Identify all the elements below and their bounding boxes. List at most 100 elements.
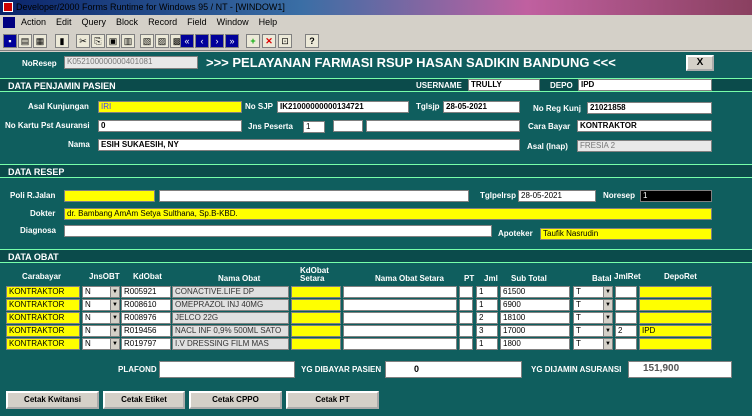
subtotal-cell[interactable]: 6900: [500, 299, 570, 311]
subtotal-cell[interactable]: 1800: [500, 338, 570, 350]
print-preview-icon[interactable]: ▦: [33, 34, 47, 48]
jml-cell[interactable]: 1: [476, 299, 498, 311]
kdobat-cell[interactable]: R005921: [121, 286, 171, 298]
delete-record-icon[interactable]: ✕: [262, 34, 276, 48]
close-button[interactable]: X: [686, 55, 714, 71]
diagnosa-field[interactable]: [64, 225, 492, 237]
document-icon[interactable]: [3, 17, 15, 28]
jnsobt-cell[interactable]: N ▼: [82, 325, 120, 337]
query-execute-icon[interactable]: ▨: [155, 34, 169, 48]
kdobat-setara-cell[interactable]: [291, 338, 341, 350]
noresep-field[interactable]: 1: [640, 190, 712, 202]
chevron-down-icon[interactable]: ▼: [603, 339, 612, 349]
jns-peserta-name-field[interactable]: [366, 120, 520, 132]
chevron-down-icon[interactable]: ▼: [603, 300, 612, 310]
clipboard-icon[interactable]: ▥: [121, 34, 135, 48]
first-record-icon[interactable]: «: [180, 34, 194, 48]
jnsobt-cell[interactable]: N ▼: [82, 299, 120, 311]
kdobat-setara-cell[interactable]: [291, 286, 341, 298]
cut-icon[interactable]: ✂: [76, 34, 90, 48]
tglpelrsp-field[interactable]: 28-05-2021: [518, 190, 596, 202]
nama-field[interactable]: ESIH SUKAESIH, NY: [98, 139, 520, 151]
username-field[interactable]: TRULLY: [468, 79, 540, 91]
nama-obat-cell[interactable]: OMEPRAZOL INJ 40MG: [172, 299, 289, 311]
carabayar-cell[interactable]: KONTRAKTOR: [6, 286, 80, 298]
menu-edit[interactable]: Edit: [56, 17, 72, 27]
deporet-cell[interactable]: [639, 312, 712, 324]
subtotal-cell[interactable]: 61500: [500, 286, 570, 298]
nama-obat-cell[interactable]: NACL INF 0,9% 500ML SATO: [172, 325, 289, 337]
plafond-field[interactable]: [159, 361, 295, 378]
apoteker-field[interactable]: Taufik Nasrudin: [540, 228, 712, 240]
carabayar-cell[interactable]: KONTRAKTOR: [6, 312, 80, 324]
dokter-field[interactable]: dr. Bambang AmAm Setya Sulthana, Sp.B-KB…: [64, 208, 712, 220]
dibayar-field[interactable]: 0: [385, 361, 522, 378]
jmlret-cell[interactable]: [615, 338, 637, 350]
batal-cell[interactable]: T ▼: [573, 338, 613, 350]
jnsobt-cell[interactable]: N ▼: [82, 312, 120, 324]
nama-obat-cell[interactable]: JELCO 22G: [172, 312, 289, 324]
menu-action[interactable]: Action: [21, 17, 46, 27]
deporet-cell[interactable]: [639, 299, 712, 311]
carabayar-cell[interactable]: KONTRAKTOR: [6, 325, 80, 337]
depo-field[interactable]: IPD: [578, 79, 712, 91]
previous-record-icon[interactable]: ‹: [195, 34, 209, 48]
menu-record[interactable]: Record: [148, 17, 177, 27]
kdobat-setara-cell[interactable]: [291, 325, 341, 337]
jmlret-cell[interactable]: [615, 312, 637, 324]
chevron-down-icon[interactable]: ▼: [603, 287, 612, 297]
nama-obat-cell[interactable]: I.V DRESSING FILM MAS: [172, 338, 289, 350]
print-icon[interactable]: ▤: [18, 34, 32, 48]
jnsobt-cell[interactable]: N ▼: [82, 338, 120, 350]
cetak-etiket-button[interactable]: Cetak Etiket: [103, 391, 185, 409]
chevron-down-icon[interactable]: ▼: [110, 300, 119, 310]
kdobat-cell[interactable]: R019797: [121, 338, 171, 350]
jnsobt-cell[interactable]: N ▼: [82, 286, 120, 298]
cetak-kwitansi-button[interactable]: Cetak Kwitansi: [6, 391, 99, 409]
last-record-icon[interactable]: »: [225, 34, 239, 48]
nokartu-field[interactable]: 0: [98, 120, 242, 132]
batal-cell[interactable]: T ▼: [573, 325, 613, 337]
menu-query[interactable]: Query: [82, 17, 107, 27]
jml-cell[interactable]: 3: [476, 325, 498, 337]
paste-icon[interactable]: ▣: [106, 34, 120, 48]
deporet-cell[interactable]: IPD: [639, 325, 712, 337]
jns-peserta-desc-field[interactable]: [333, 120, 363, 132]
dijamin-field[interactable]: 151,900: [628, 361, 732, 378]
carabayar-cell[interactable]: KONTRAKTOR: [6, 338, 80, 350]
next-record-icon[interactable]: ›: [210, 34, 224, 48]
chevron-down-icon[interactable]: ▼: [110, 313, 119, 323]
tglsjp-field[interactable]: 28-05-2021: [443, 101, 520, 113]
kdobat-cell[interactable]: R019456: [121, 325, 171, 337]
chevron-down-icon[interactable]: ▼: [603, 326, 612, 336]
kdobat-cell[interactable]: R008976: [121, 312, 171, 324]
help-icon[interactable]: ?: [305, 34, 319, 48]
chevron-down-icon[interactable]: ▼: [110, 287, 119, 297]
lock-record-icon[interactable]: ⊡: [278, 34, 292, 48]
jmlret-cell[interactable]: 2: [615, 325, 637, 337]
asal-kunjungan-field[interactable]: IRI: [98, 101, 242, 113]
nama-setara-cell[interactable]: [343, 325, 457, 337]
chevron-down-icon[interactable]: ▼: [603, 313, 612, 323]
chevron-down-icon[interactable]: ▼: [110, 326, 119, 336]
pt-checkbox[interactable]: [459, 312, 473, 324]
menu-help[interactable]: Help: [259, 17, 278, 27]
cara-bayar-field[interactable]: KONTRAKTOR: [577, 120, 712, 132]
nama-setara-cell[interactable]: [343, 312, 457, 324]
carabayar-cell[interactable]: KONTRAKTOR: [6, 299, 80, 311]
cetak-cppo-button[interactable]: Cetak CPPO: [189, 391, 282, 409]
chevron-down-icon[interactable]: ▼: [110, 339, 119, 349]
menu-field[interactable]: Field: [187, 17, 207, 27]
nama-setara-cell[interactable]: [343, 286, 457, 298]
kdobat-setara-cell[interactable]: [291, 312, 341, 324]
batal-cell[interactable]: T ▼: [573, 299, 613, 311]
pt-checkbox[interactable]: [459, 325, 473, 337]
nosjp-field[interactable]: IK21000000000134721: [277, 101, 409, 113]
exit-icon[interactable]: ▮: [55, 34, 69, 48]
menu-window[interactable]: Window: [217, 17, 249, 27]
kdobat-setara-cell[interactable]: [291, 299, 341, 311]
batal-cell[interactable]: T ▼: [573, 312, 613, 324]
pt-checkbox[interactable]: [459, 299, 473, 311]
noreg-field[interactable]: 21021858: [587, 102, 712, 114]
cetak-pt-button[interactable]: Cetak PT: [286, 391, 379, 409]
